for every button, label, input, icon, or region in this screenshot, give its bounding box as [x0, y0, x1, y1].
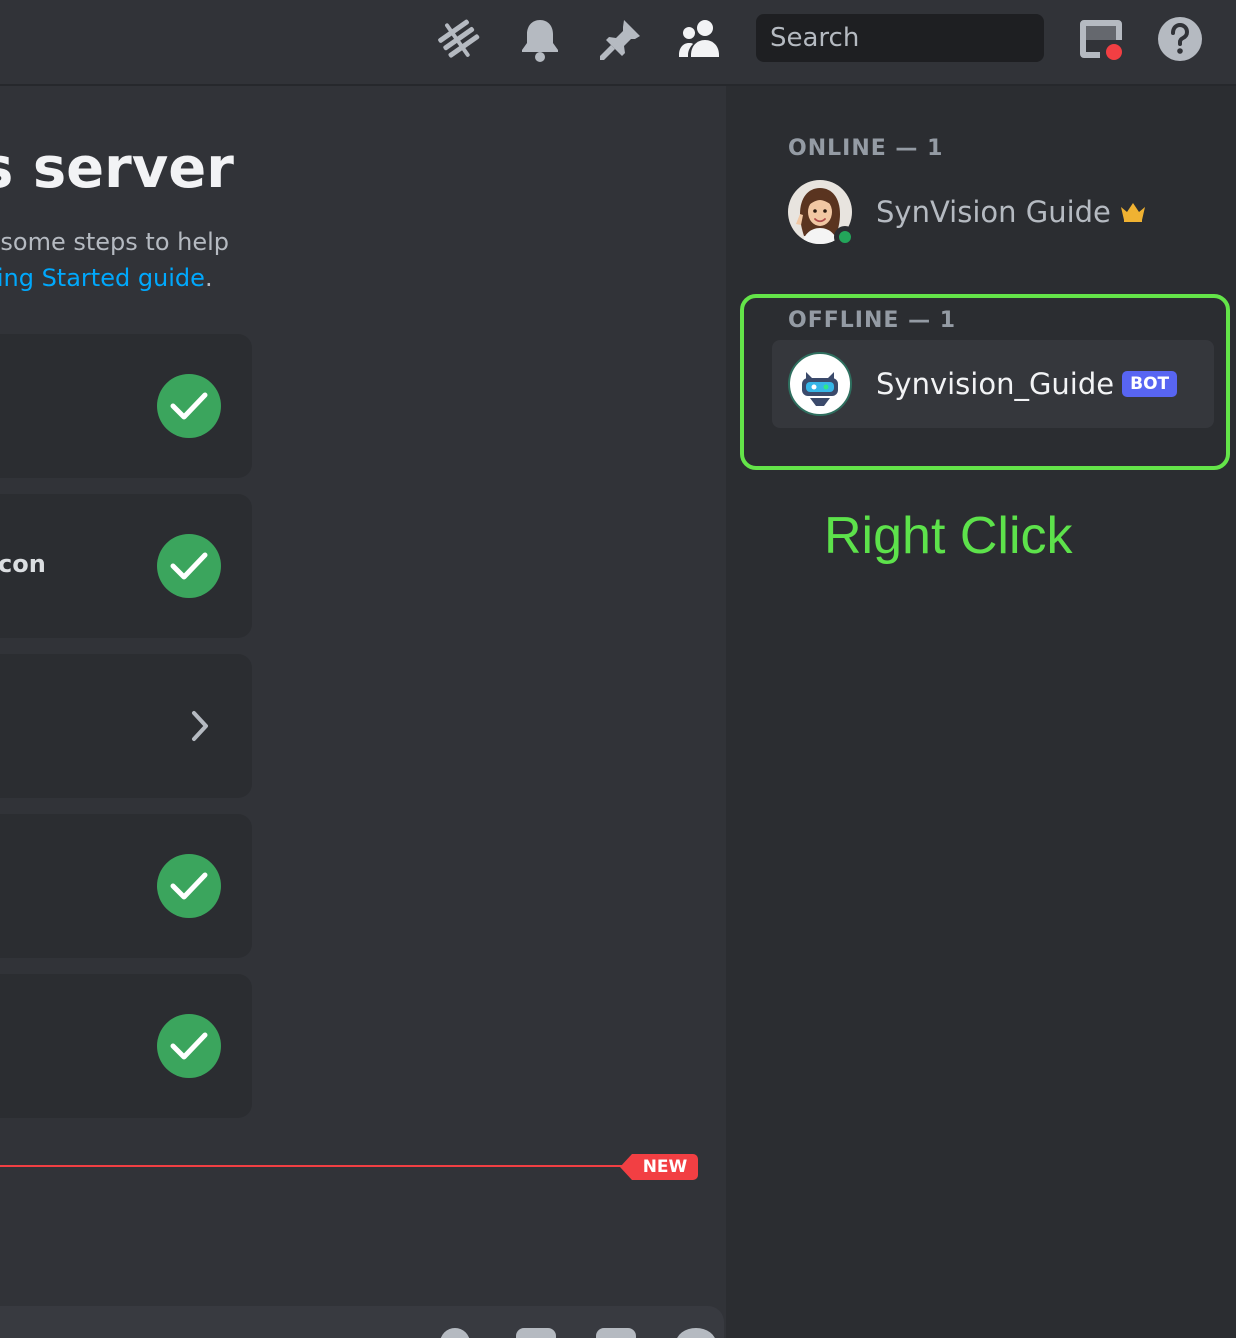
onboarding-task-4[interactable]	[0, 814, 252, 958]
new-messages-divider	[0, 1165, 634, 1167]
gift-icon[interactable]	[440, 1328, 470, 1338]
member-list: ONLINE — 1 SynVision Guide OFFLINE — 1 S…	[726, 86, 1236, 1338]
welcome-subtitle-line1: e some steps to help	[0, 228, 230, 256]
avatar	[788, 180, 856, 248]
crown-icon	[1120, 203, 1145, 222]
channel-header	[0, 0, 1236, 86]
online-status-dot	[834, 226, 856, 248]
onboarding-task-1[interactable]	[0, 334, 252, 478]
right-click-annotation: Right Click	[824, 507, 1073, 565]
member-name: SynVision Guide	[876, 195, 1111, 229]
welcome-title-line2: s server	[0, 136, 234, 201]
online-section-header: ONLINE — 1	[788, 136, 944, 161]
check-icon	[157, 374, 221, 438]
welcome-subtitle: e some steps to help tting Started guide…	[0, 224, 298, 296]
discord-window: o s server e some steps to help tting St…	[0, 0, 1236, 1338]
help-icon[interactable]	[1155, 14, 1205, 64]
highlight-annotation-box	[740, 294, 1230, 470]
emoji-icon[interactable]	[676, 1328, 716, 1338]
search-input[interactable]	[768, 13, 1096, 63]
gif-icon[interactable]	[516, 1328, 556, 1338]
check-icon	[157, 1014, 221, 1078]
onboarding-task-5[interactable]	[0, 974, 252, 1118]
bell-icon[interactable]	[515, 14, 565, 64]
member-item-synvision-guide[interactable]: SynVision Guide	[772, 168, 1214, 256]
inbox-icon[interactable]	[1076, 14, 1126, 64]
pin-icon[interactable]	[596, 14, 646, 64]
welcome-title-line1: o	[160, 86, 198, 102]
new-messages-badge: NEW	[620, 1154, 698, 1180]
search-bar[interactable]	[756, 13, 1096, 63]
threads-icon[interactable]	[434, 14, 484, 64]
getting-started-link[interactable]: tting Started guide	[0, 264, 205, 292]
chat-area: o s server e some steps to help tting St…	[0, 86, 726, 1338]
message-composer[interactable]	[0, 1306, 724, 1338]
onboarding-task-3[interactable]	[0, 654, 252, 798]
task-label: con	[0, 550, 46, 578]
chevron-right-icon	[180, 706, 220, 746]
subtitle-period: .	[204, 264, 213, 292]
sticker-icon[interactable]	[596, 1328, 636, 1338]
check-icon	[157, 854, 221, 918]
members-icon[interactable]	[676, 14, 726, 64]
onboarding-task-2[interactable]: con	[0, 494, 252, 638]
check-icon	[157, 534, 221, 598]
